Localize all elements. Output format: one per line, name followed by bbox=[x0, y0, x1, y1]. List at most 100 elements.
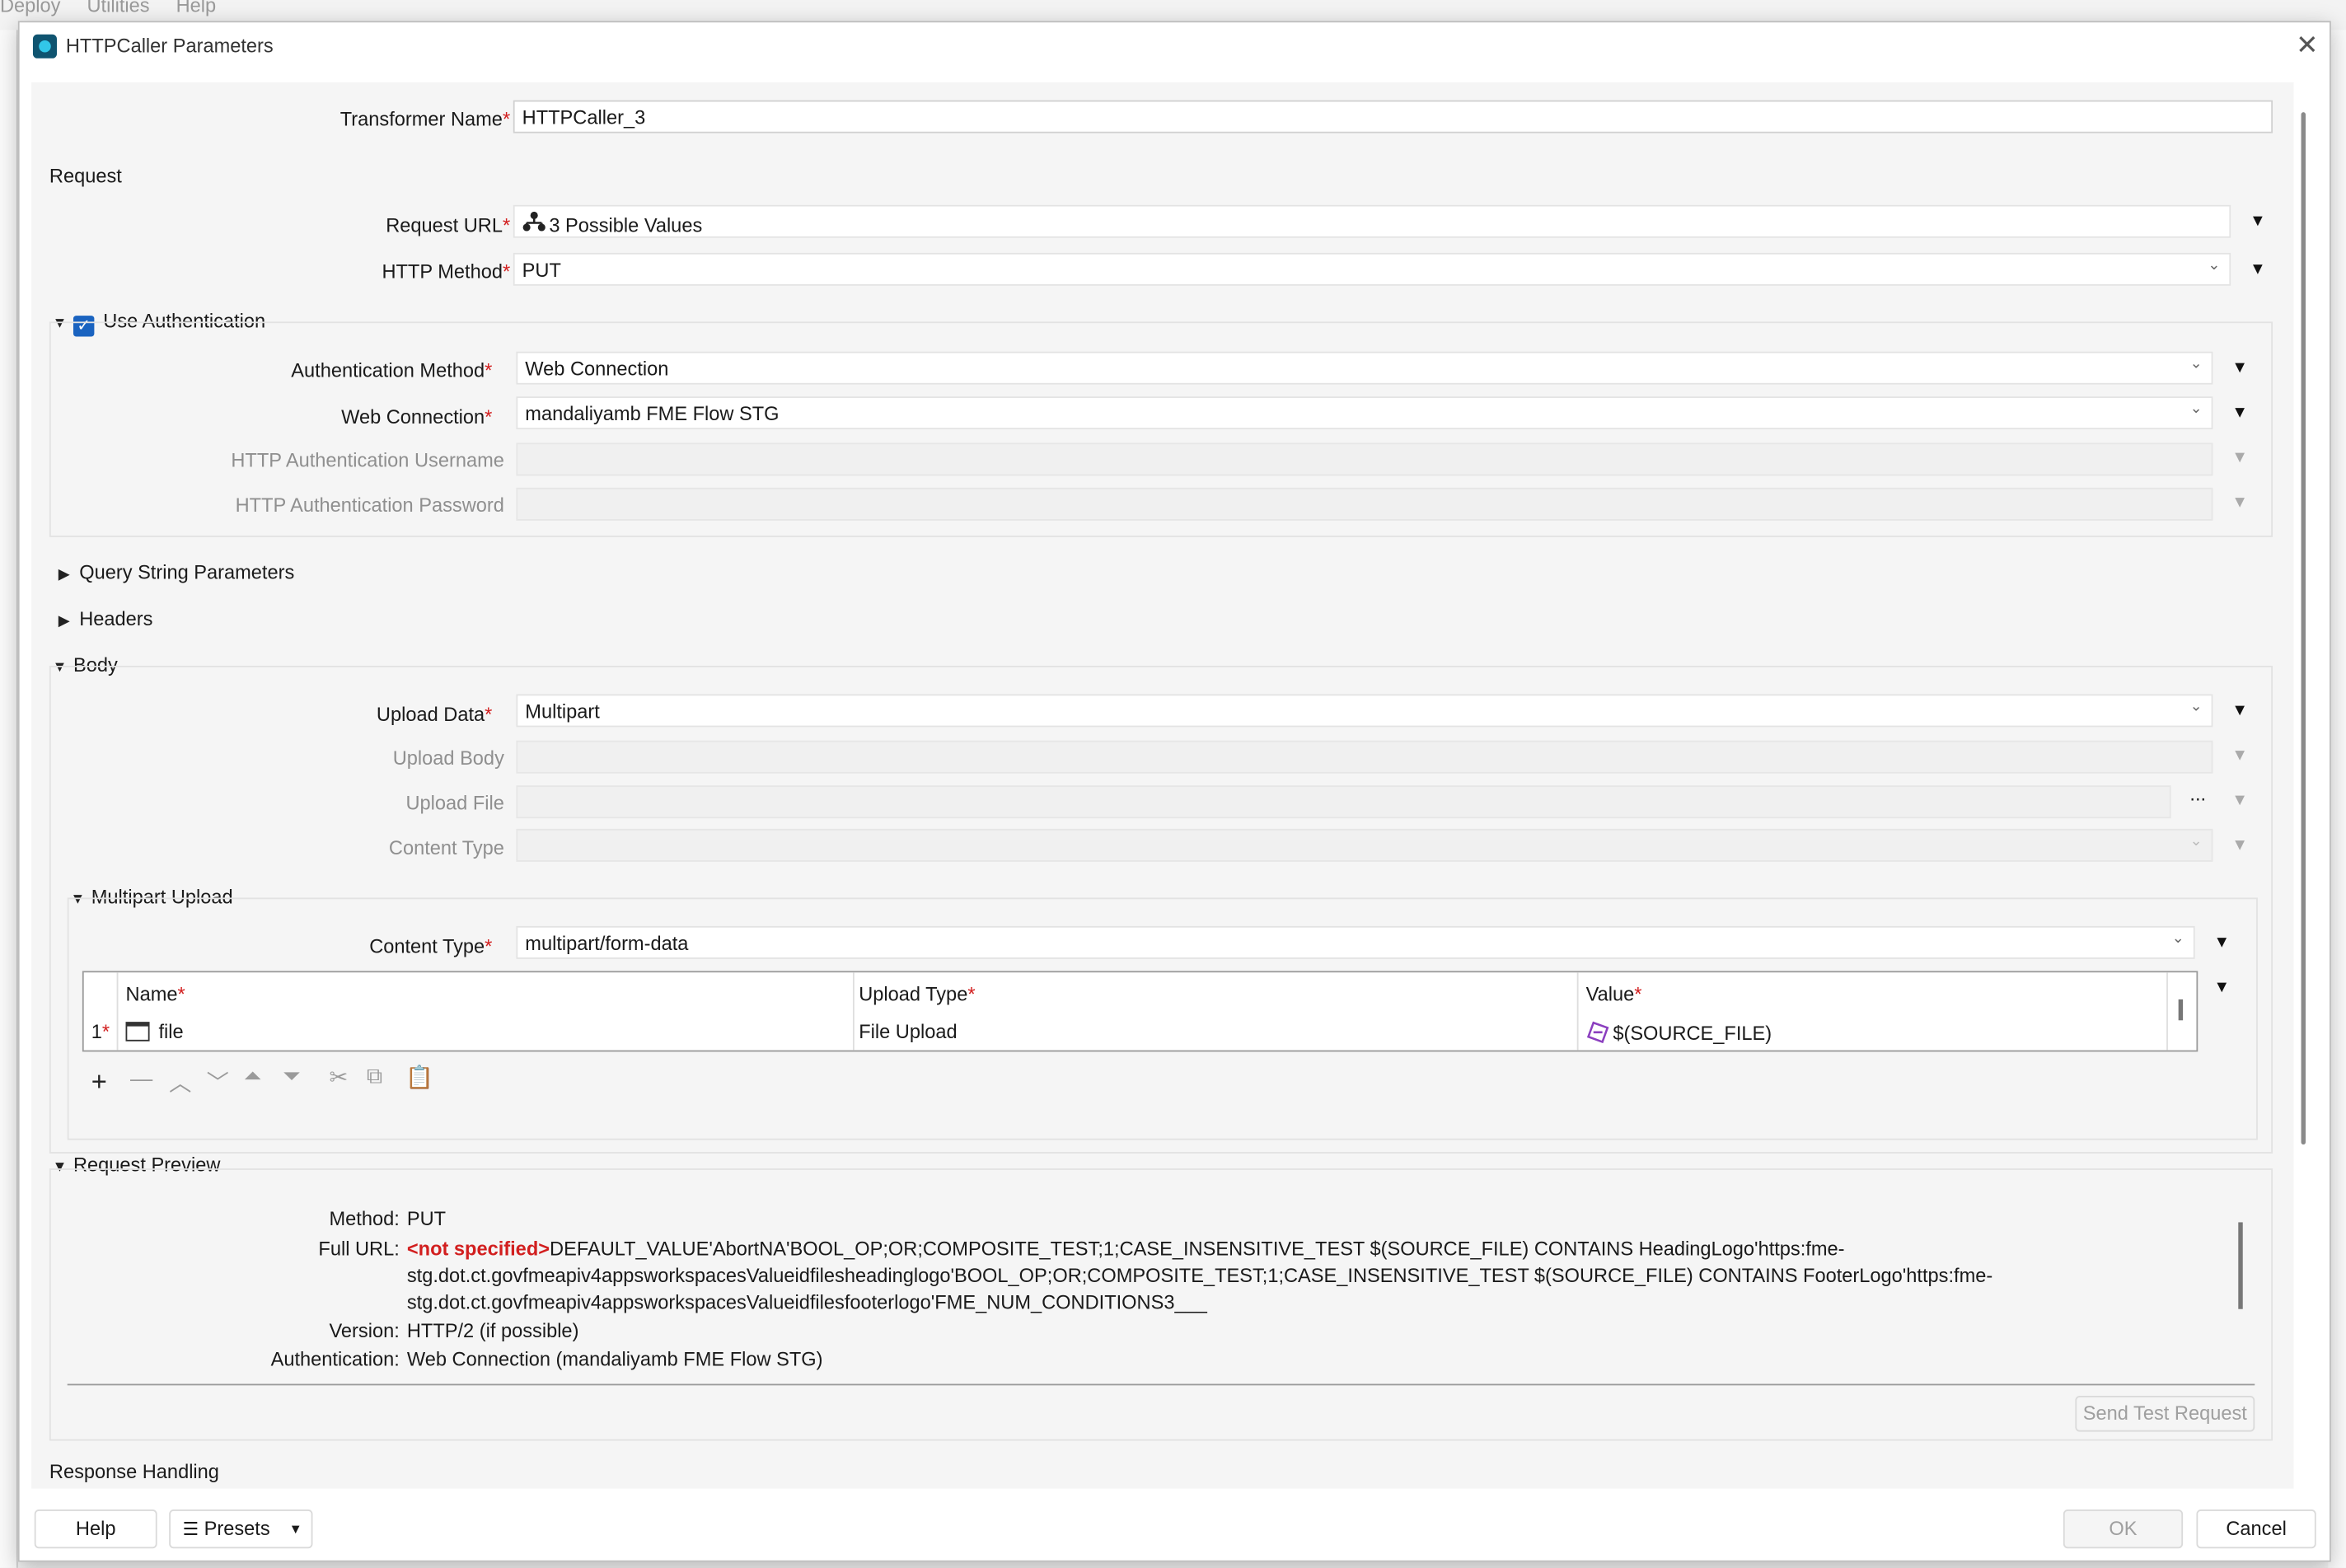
column-header-name[interactable]: Name* bbox=[126, 983, 185, 1005]
response-handling-header[interactable]: Response Handling bbox=[49, 1460, 219, 1482]
authentication-method-select[interactable]: Web Connection ⌄ bbox=[516, 351, 2213, 385]
http-method-select[interactable]: PUT ⌄ bbox=[513, 252, 2231, 286]
content-type-select: ⌄ bbox=[516, 828, 2213, 862]
transformer-name-label: Transformer Name* bbox=[339, 107, 511, 130]
browse-file-button[interactable]: ... bbox=[2183, 783, 2213, 805]
help-button[interactable]: Help bbox=[34, 1509, 157, 1549]
upload-body-menu-button: ▼ bbox=[2231, 747, 2248, 765]
multipart-content-type-select[interactable]: multipart/form-data ⌄ bbox=[516, 925, 2195, 959]
menu-help[interactable]: Help bbox=[176, 0, 217, 16]
request-section-label: Request bbox=[49, 164, 122, 187]
menu-deploy[interactable]: Deploy bbox=[0, 0, 60, 16]
move-down-icon[interactable]: ﹀ bbox=[207, 1067, 229, 1098]
preview-authentication-key: Authentication: bbox=[270, 1347, 400, 1371]
parameters-panel[interactable]: Transformer Name* HTTPCaller_3 Request R… bbox=[31, 82, 2294, 1489]
remove-row-icon[interactable]: — bbox=[130, 1067, 152, 1093]
request-preview-text: Method: PUT Full URL: <not specified>DEF… bbox=[67, 1195, 2255, 1384]
table-row-upload-type-cell[interactable]: File Upload bbox=[859, 1020, 957, 1042]
background-menubar: Deploy Utilities Help bbox=[0, 0, 237, 16]
table-row-value-cell[interactable]: $(SOURCE_FILE) bbox=[1586, 1020, 1772, 1048]
authentication-method-menu-button[interactable]: ▼ bbox=[2225, 353, 2255, 383]
web-connection-label: Web Connection* bbox=[341, 405, 493, 428]
request-url-field[interactable]: 3 Possible Values bbox=[513, 204, 2231, 238]
chevron-down-icon: ▼ bbox=[288, 1521, 302, 1537]
table-scrollbar[interactable] bbox=[2178, 999, 2184, 1021]
multipart-content-type-menu-button[interactable]: ▼ bbox=[2207, 928, 2236, 957]
authentication-method-label: Authentication Method* bbox=[291, 358, 493, 382]
chevron-down-icon: ⌄ bbox=[2189, 833, 2203, 850]
upload-body-input bbox=[516, 740, 2213, 774]
upload-file-input bbox=[516, 785, 2171, 819]
column-header-upload-type[interactable]: Upload Type* bbox=[859, 983, 975, 1005]
presets-icon: ☰ bbox=[182, 1518, 199, 1540]
request-url-label: Request URL* bbox=[386, 213, 511, 236]
copy-icon[interactable]: ⧉ bbox=[367, 1064, 382, 1089]
content-type-menu-button: ▼ bbox=[2231, 835, 2248, 854]
fme-app-icon bbox=[32, 34, 57, 59]
multipart-table[interactable]: Name* Upload Type* Value* 1* file File U… bbox=[82, 971, 2198, 1052]
paste-icon[interactable]: 📋 bbox=[405, 1064, 433, 1091]
dialog-title: HTTPCaller Parameters bbox=[65, 34, 274, 57]
hierarchy-icon bbox=[522, 211, 550, 236]
menu-utilities[interactable]: Utilities bbox=[87, 0, 149, 16]
http-auth-password-input bbox=[516, 487, 2213, 521]
httpcaller-parameters-dialog: HTTPCaller Parameters ✕ Transformer Name… bbox=[17, 21, 2331, 1562]
chevron-down-icon: ⌄ bbox=[2189, 698, 2203, 715]
expand-triangle-icon: ▶ bbox=[58, 567, 70, 584]
preview-url-line1: <not specified>DEFAULT_VALUE'AbortNA'BOO… bbox=[406, 1237, 1845, 1260]
headers-header[interactable]: ▶ Headers bbox=[59, 607, 153, 630]
add-row-icon[interactable]: + bbox=[91, 1067, 107, 1098]
dialog-scrollbar[interactable] bbox=[2301, 112, 2306, 1145]
upload-file-menu-button: ▼ bbox=[2231, 791, 2248, 810]
http-auth-password-menu-button: ▼ bbox=[2231, 494, 2248, 512]
preview-url-line2: stg.dot.ct.govfmeapiv4appsworkspacesValu… bbox=[406, 1264, 1993, 1287]
chevron-down-icon: ⌄ bbox=[2171, 930, 2184, 948]
preview-method-value: PUT bbox=[406, 1207, 447, 1230]
content-type-label: Content Type bbox=[388, 835, 504, 859]
multipart-table-menu-button[interactable]: ▼ bbox=[2207, 972, 2236, 1002]
chevron-down-icon: ⌄ bbox=[2189, 400, 2203, 418]
upload-data-menu-button[interactable]: ▼ bbox=[2225, 695, 2255, 725]
move-up-icon[interactable]: ︿ bbox=[169, 1067, 191, 1098]
multipart-content-type-label: Content Type* bbox=[369, 934, 493, 958]
presets-button[interactable]: ☰ Presets ▼ bbox=[169, 1509, 313, 1549]
upload-data-label: Upload Data* bbox=[376, 703, 493, 726]
upload-data-select[interactable]: Multipart ⌄ bbox=[516, 694, 2213, 728]
window-icon bbox=[125, 1022, 150, 1041]
web-connection-select[interactable]: mandaliyamb FME Flow STG ⌄ bbox=[516, 396, 2213, 430]
ok-button[interactable]: OK bbox=[2063, 1509, 2184, 1549]
close-icon: ✕ bbox=[2296, 30, 2319, 60]
table-row-name-cell[interactable]: file bbox=[125, 1020, 184, 1043]
preview-url-line3: stg.dot.ct.govfmeapiv4appsworkspacesValu… bbox=[406, 1290, 1207, 1314]
http-auth-username-input bbox=[516, 442, 2213, 476]
http-auth-password-label: HTTP Authentication Password bbox=[235, 494, 504, 517]
preview-version-key: Version: bbox=[329, 1319, 400, 1342]
cancel-button[interactable]: Cancel bbox=[2196, 1509, 2316, 1549]
column-header-value[interactable]: Value* bbox=[1586, 983, 1642, 1005]
title-bar: HTTPCaller Parameters ✕ bbox=[20, 22, 2330, 70]
request-url-menu-button[interactable]: ▼ bbox=[2243, 207, 2273, 236]
http-method-menu-button[interactable]: ▼ bbox=[2243, 255, 2273, 284]
upload-file-label: Upload File bbox=[405, 791, 504, 814]
move-to-bottom-icon[interactable]: ⏷ bbox=[283, 1064, 301, 1089]
screen: Deploy Utilities Help HTTPCaller Paramet… bbox=[0, 0, 2346, 1568]
http-method-label: HTTP Method* bbox=[382, 260, 511, 283]
chevron-down-icon: ⌄ bbox=[2189, 356, 2203, 373]
close-button[interactable]: ✕ bbox=[2292, 30, 2322, 59]
web-connection-menu-button[interactable]: ▼ bbox=[2225, 398, 2255, 428]
preview-scrollbar[interactable] bbox=[2238, 1222, 2243, 1309]
upload-body-label: Upload Body bbox=[392, 747, 504, 770]
chevron-down-icon: ⌄ bbox=[2208, 257, 2221, 274]
move-to-top-icon[interactable]: ⏶ bbox=[244, 1064, 262, 1089]
background-left-panel bbox=[0, 30, 18, 1568]
expand-triangle-icon: ▶ bbox=[58, 613, 70, 630]
send-test-request-button[interactable]: Send Test Request bbox=[2075, 1396, 2255, 1432]
preview-url-key: Full URL: bbox=[318, 1237, 400, 1260]
http-auth-username-menu-button: ▼ bbox=[2231, 448, 2248, 467]
transformer-name-input[interactable]: HTTPCaller_3 bbox=[513, 100, 2273, 133]
http-auth-username-label: HTTP Authentication Username bbox=[231, 448, 504, 471]
query-string-parameters-header[interactable]: ▶ Query String Parameters bbox=[59, 561, 294, 583]
preview-method-key: Method: bbox=[329, 1207, 400, 1230]
cut-icon[interactable]: ✂ bbox=[329, 1064, 348, 1091]
preview-version-value: HTTP/2 (if possible) bbox=[406, 1319, 579, 1342]
